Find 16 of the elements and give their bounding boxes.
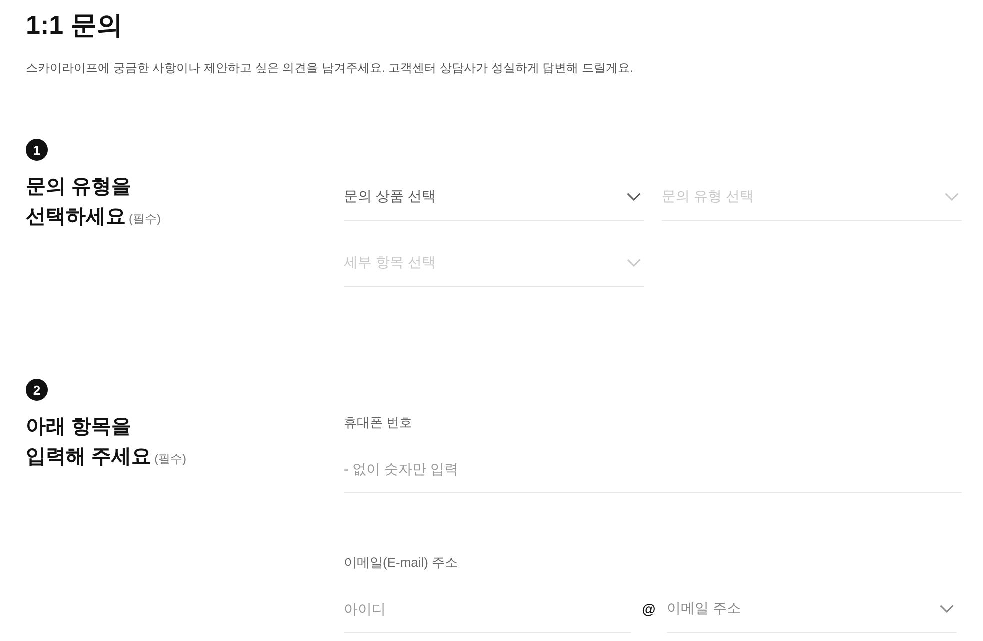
page-description: 스카이라이프에 궁금한 사항이나 제안하고 싶은 의견을 남겨주세요. 고객센터 상담사가 성실하게 답변해 드릴게요. — [26, 60, 634, 77]
dropdown-select[interactable]: 문의 상품 선택 — [344, 173, 644, 221]
chevron-down-icon — [627, 258, 641, 266]
required-note: (필수) — [154, 452, 187, 466]
page-title: 1:1 문의 — [26, 9, 124, 42]
email-domain-select[interactable]: 이메일 주소 — [667, 585, 957, 633]
chevron-down-icon — [627, 192, 641, 200]
step-title: 아래 항목을 입력해 주세요 — [26, 416, 152, 468]
chevron-down-icon — [940, 604, 954, 612]
step-number-badge: 1 — [26, 139, 48, 161]
required-note: (필수) — [129, 212, 161, 226]
at-separator: @ — [642, 602, 656, 616]
field-label: 휴대폰 번호 — [344, 414, 414, 432]
field-label: 이메일(E-mail) 주소 — [344, 554, 460, 572]
chevron-down-icon — [945, 192, 959, 200]
step-number-badge: 2 — [26, 379, 48, 401]
